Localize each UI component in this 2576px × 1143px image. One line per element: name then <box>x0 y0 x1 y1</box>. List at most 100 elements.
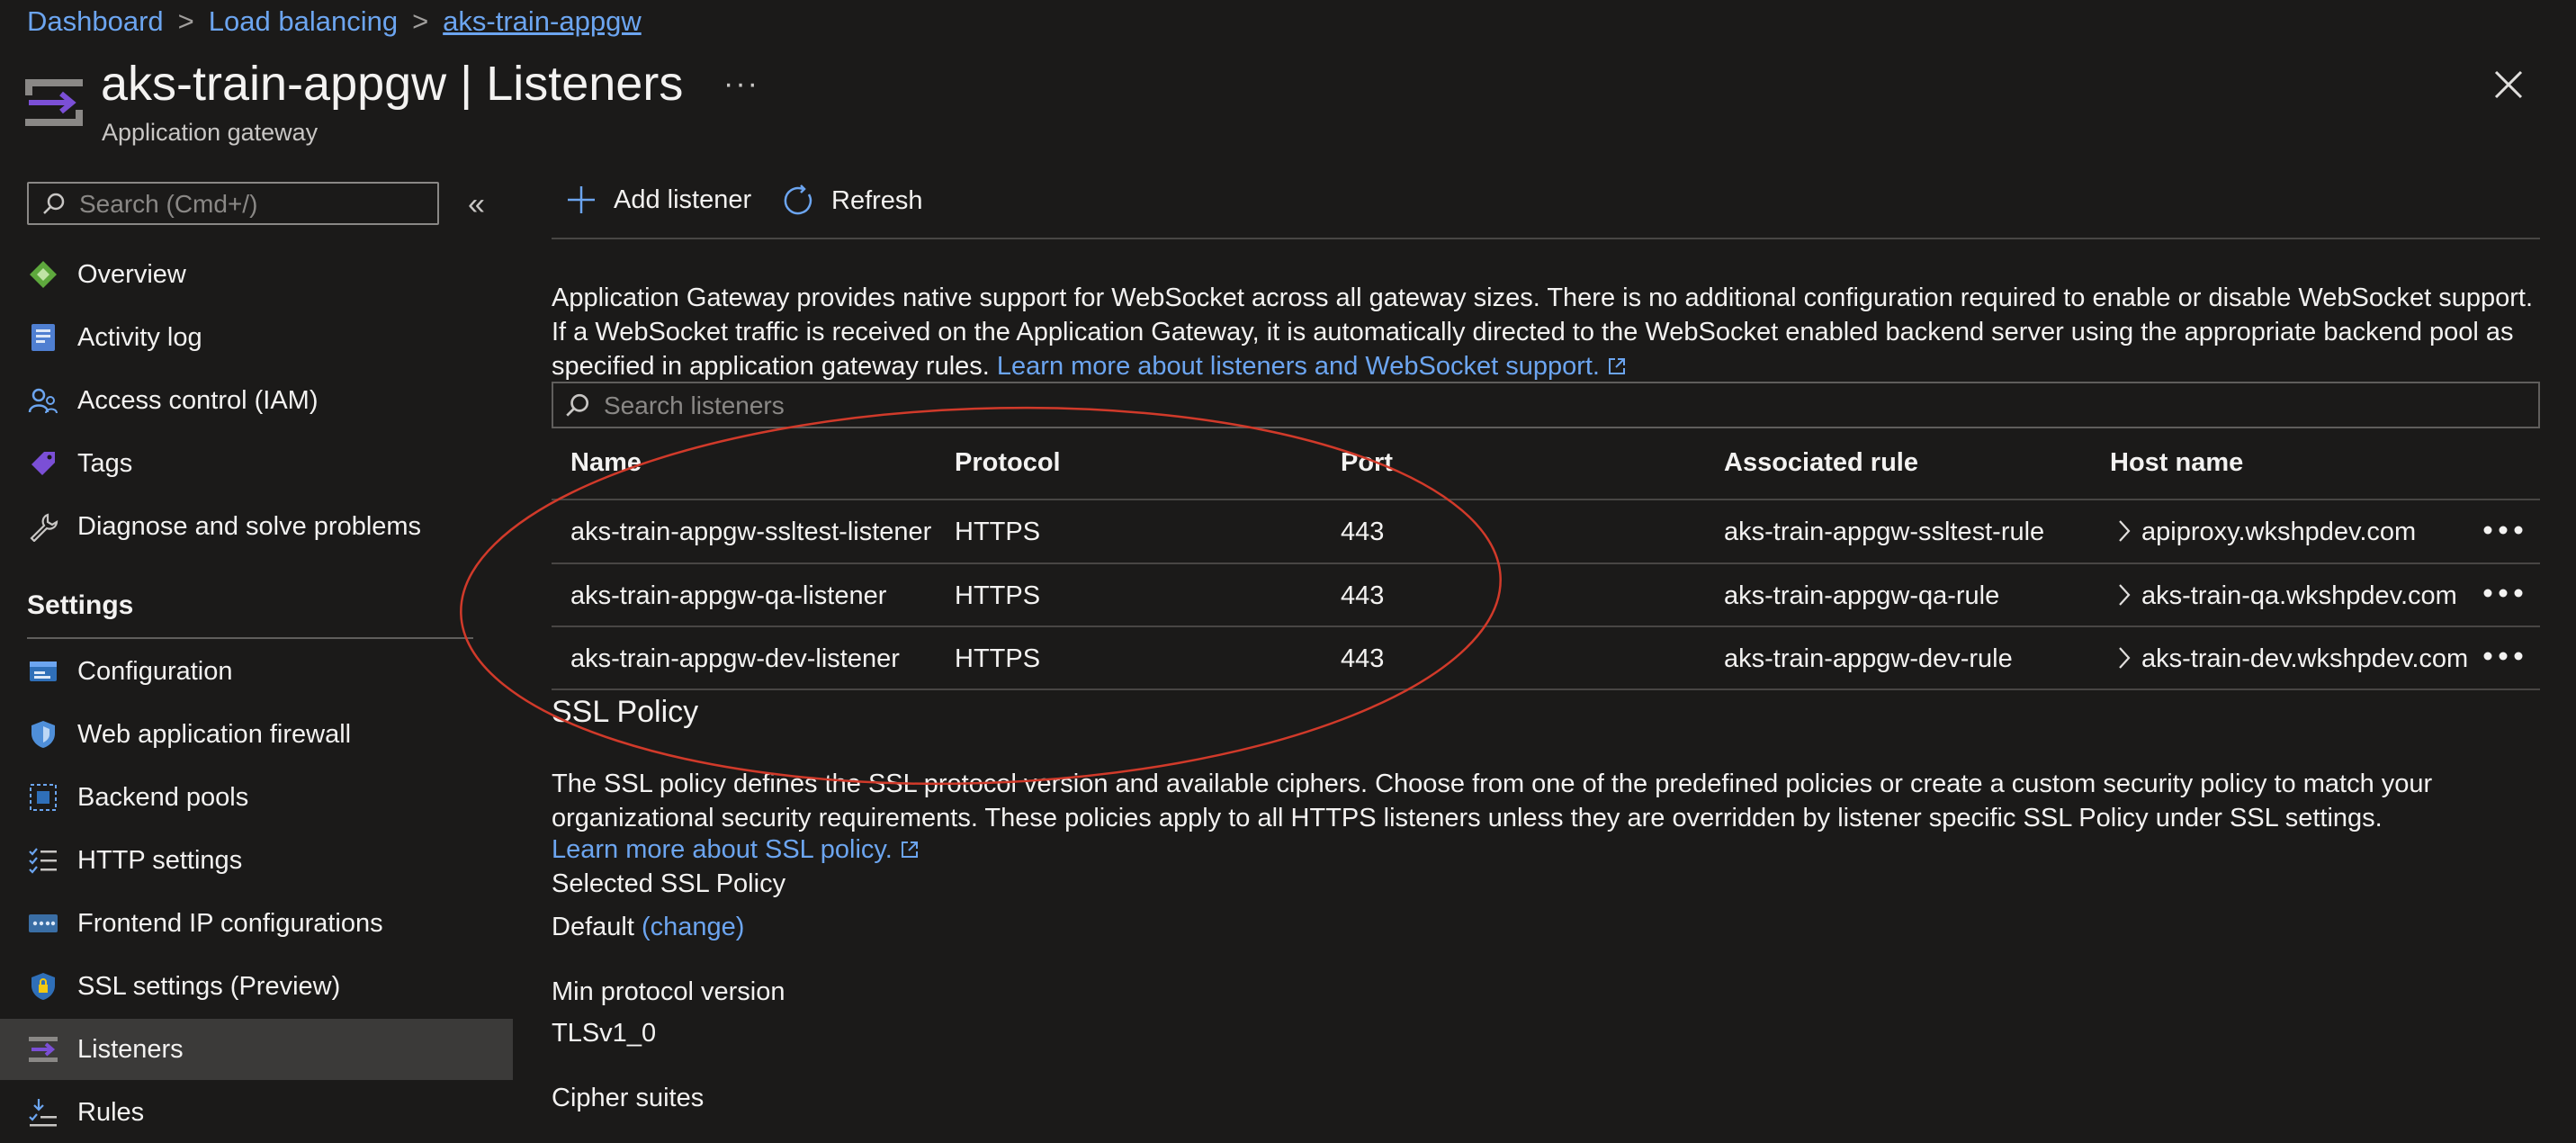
listener-search[interactable] <box>552 382 2540 428</box>
divider <box>552 626 2540 627</box>
listener-protocol: HTTPS <box>955 581 1041 610</box>
ssl-learn-more-link[interactable]: Learn more about SSL policy. <box>552 835 920 865</box>
sidebar-item-label: HTTP settings <box>77 845 243 875</box>
sidebar-item-label: SSL settings (Preview) <box>77 971 341 1001</box>
listener-name[interactable]: aks-train-appgw-ssltest-listener <box>570 518 931 547</box>
add-listener-button[interactable]: Add listener <box>565 184 751 216</box>
refresh-label: Refresh <box>831 185 923 215</box>
search-icon <box>43 193 65 214</box>
listener-protocol: HTTPS <box>955 518 1041 546</box>
column-header-protocol[interactable]: Protocol <box>955 448 1061 478</box>
breadcrumb-dashboard[interactable]: Dashboard <box>27 5 164 37</box>
breadcrumb-separator: > <box>177 5 194 37</box>
listener-port: 443 <box>1341 644 1385 673</box>
change-ssl-policy-link[interactable]: (change) <box>642 913 744 941</box>
sidebar-item-listeners[interactable]: Listeners <box>0 1019 513 1080</box>
listener-host: aks-train-dev.wkshpdev.com <box>2141 644 2469 673</box>
sidebar-item-label: Configuration <box>77 656 233 686</box>
sidebar-item-label: Listeners <box>77 1034 184 1064</box>
backend-pool-icon <box>27 781 59 814</box>
settings-heading: Settings <box>27 590 134 620</box>
ssl-learn-more-text: Learn more about SSL policy. <box>552 835 893 864</box>
breadcrumb-current[interactable]: aks-train-appgw <box>443 5 642 37</box>
sidebar-item-tags[interactable]: Tags <box>0 433 513 494</box>
sidebar-item-frontend-ip[interactable]: Frontend IP configurations <box>0 893 513 954</box>
chevron-right-icon[interactable] <box>2116 644 2132 671</box>
more-options-button[interactable]: ··· <box>723 67 759 102</box>
row-more-icon[interactable] <box>2482 587 2525 599</box>
close-icon[interactable] <box>2489 65 2528 104</box>
sidebar-item-iam[interactable]: Access control (IAM) <box>0 370 513 431</box>
search-icon <box>566 393 589 417</box>
min-protocol-value: TLSv1_0 <box>552 1019 657 1048</box>
sidebar-item-backend-pools[interactable]: Backend pools <box>0 767 513 828</box>
divider <box>552 499 2540 500</box>
divider <box>552 688 2540 690</box>
divider <box>27 637 473 639</box>
selected-ssl-policy-label: Selected SSL Policy <box>552 869 786 898</box>
sidebar-item-overview[interactable]: Overview <box>0 244 513 305</box>
sidebar-item-diagnose[interactable]: Diagnose and solve problems <box>0 496 513 557</box>
selected-ssl-policy-value: Default <box>552 913 634 941</box>
min-protocol-label: Min protocol version <box>552 977 785 1006</box>
refresh-button[interactable]: Refresh <box>781 184 923 218</box>
refresh-icon <box>784 184 812 215</box>
rules-icon <box>27 1096 59 1129</box>
column-header-associated-rule[interactable]: Associated rule <box>1724 448 1918 478</box>
selected-ssl-policy: Default (change) <box>552 913 744 942</box>
row-more-icon[interactable] <box>2482 650 2525 662</box>
tag-icon <box>27 447 59 480</box>
row-more-icon[interactable] <box>2482 524 2525 536</box>
sidebar-item-label: Overview <box>77 259 186 289</box>
listener-name[interactable]: aks-train-appgw-dev-listener <box>570 644 900 674</box>
divider <box>552 562 2540 564</box>
sidebar-item-http-settings[interactable]: HTTP settings <box>0 830 513 891</box>
ssl-policy-title: SSL Policy <box>552 695 699 729</box>
listener-protocol: HTTPS <box>955 644 1041 673</box>
sidebar-item-rules[interactable]: Rules <box>0 1082 513 1143</box>
list-icon <box>27 844 59 877</box>
sidebar-item-ssl-settings[interactable]: SSL settings (Preview) <box>0 956 513 1017</box>
sidebar-item-label: Activity log <box>77 322 202 352</box>
overview-icon <box>27 258 59 291</box>
sidebar-item-waf[interactable]: Web application firewall <box>0 704 513 765</box>
application-gateway-icon <box>25 79 83 126</box>
wrench-icon <box>27 510 59 543</box>
listener-name[interactable]: aks-train-appgw-qa-listener <box>570 581 886 611</box>
listeners-icon <box>27 1033 59 1066</box>
listener-port: 443 <box>1341 518 1385 546</box>
websocket-learn-more-link[interactable]: Learn more about listeners and WebSocket… <box>997 352 1627 381</box>
breadcrumb-separator: > <box>412 5 429 37</box>
column-header-name[interactable]: Name <box>570 448 642 478</box>
external-link-icon <box>901 842 918 858</box>
column-header-host-name[interactable]: Host name <box>2110 448 2243 478</box>
chevron-right-icon[interactable] <box>2116 581 2132 608</box>
websocket-learn-more-text: Learn more about listeners and WebSocket… <box>996 352 1600 381</box>
listener-host: aks-train-qa.wkshpdev.com <box>2141 581 2457 610</box>
ssl-shield-icon <box>27 970 59 1003</box>
configuration-icon <box>27 655 59 688</box>
sidebar-item-label: Access control (IAM) <box>77 385 319 415</box>
toolbar-divider <box>552 238 2540 239</box>
chevron-right-icon[interactable] <box>2116 518 2132 544</box>
listener-rule: aks-train-appgw-dev-rule <box>1724 644 2013 673</box>
sidebar-item-label: Tags <box>77 448 133 478</box>
ssl-policy-description: The SSL policy defines the SSL protocol … <box>552 770 2433 832</box>
sidebar-search[interactable] <box>27 182 439 225</box>
breadcrumb-load-balancing[interactable]: Load balancing <box>209 5 398 37</box>
activity-log-icon <box>27 321 59 354</box>
listener-host: apiproxy.wkshpdev.com <box>2141 518 2417 546</box>
shield-icon <box>27 718 59 751</box>
sidebar-item-label: Frontend IP configurations <box>77 908 383 938</box>
sidebar-item-configuration[interactable]: Configuration <box>0 641 513 702</box>
sidebar-search-input[interactable] <box>77 187 432 221</box>
websocket-info: Application Gateway provides native supp… <box>552 281 2551 383</box>
sidebar-item-label: Backend pools <box>77 782 249 812</box>
listener-search-input[interactable] <box>602 389 2495 423</box>
sidebar-item-activity-log[interactable]: Activity log <box>0 307 513 368</box>
plus-icon <box>568 186 595 213</box>
page-subtitle: Application gateway <box>102 119 319 146</box>
page-title: aks-train-appgw | Listeners <box>101 57 684 111</box>
column-header-port[interactable]: Port <box>1341 448 1393 478</box>
collapse-sidebar-button[interactable]: « <box>468 187 485 222</box>
